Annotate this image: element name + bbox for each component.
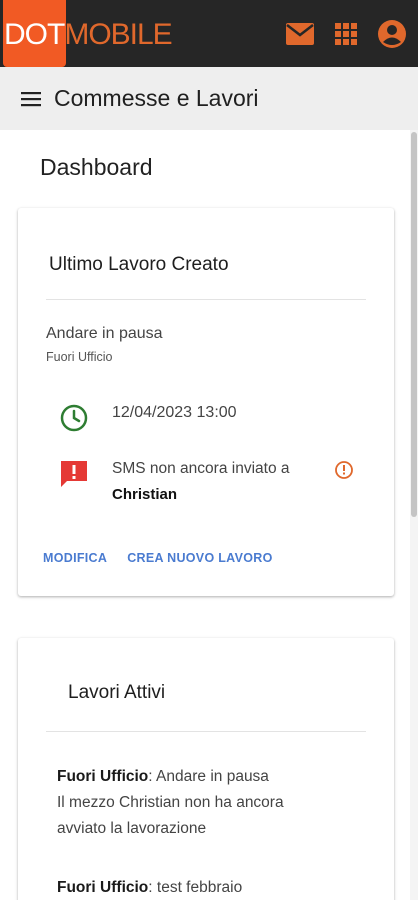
page-header: Commesse e Lavori	[0, 67, 418, 130]
last-job-card-title: Ultimo Lavoro Creato	[49, 254, 229, 275]
list-item[interactable]: Fuori Ufficio: Andare in pausa Il mezzo …	[57, 764, 284, 842]
active-job-line: Fuori Ufficio: Andare in pausa	[57, 764, 284, 790]
logo-dot-text: DOT	[4, 18, 65, 51]
clock-icon	[58, 402, 90, 434]
edit-job-button[interactable]: MODIFICA	[43, 551, 107, 565]
list-item[interactable]: Fuori Ufficio: test febbraio	[57, 875, 242, 900]
active-job-line: Fuori Ufficio: test febbraio	[57, 875, 242, 900]
menu-button[interactable]	[20, 88, 42, 110]
active-job-status-line2: avviato la lavorazione	[57, 820, 207, 837]
mail-icon	[286, 22, 314, 45]
active-job-status-line1: Il mezzo Christian non ha ancora	[57, 794, 284, 811]
logo-mobile-text: MOBILE	[64, 18, 172, 51]
account-circle-icon	[378, 19, 406, 48]
header-actions	[280, 0, 418, 67]
create-job-button[interactable]: CREA NUOVO LAVORO	[127, 551, 272, 565]
app-bar: DOTMOBILE	[0, 0, 418, 67]
apps-grid-icon	[335, 22, 357, 45]
mail-button[interactable]	[280, 14, 320, 54]
account-button[interactable]	[372, 14, 412, 54]
sms-status-text: SMS non ancora inviato a	[112, 460, 290, 477]
card-actions: MODIFICA CREA NUOVO LAVORO	[43, 551, 293, 565]
brand-logo[interactable]: DOTMOBILE	[0, 0, 190, 67]
card-divider	[46, 299, 366, 300]
active-job-category: Fuori Ufficio	[57, 768, 149, 785]
scrollbar-thumb[interactable]	[411, 132, 417, 517]
job-category: Fuori Ufficio	[46, 350, 113, 364]
job-datetime: 12/04/2023 13:00	[112, 404, 237, 421]
card-divider	[46, 731, 366, 732]
apps-button[interactable]	[326, 14, 366, 54]
active-job-name: : test febbraio	[148, 879, 243, 896]
main-content[interactable]: Dashboard Ultimo Lavoro Creato Andare in…	[0, 130, 410, 900]
active-job-name: : Andare in pausa	[148, 768, 269, 785]
logo-text: DOTMOBILE	[4, 18, 173, 52]
job-name: Andare in pausa	[46, 325, 163, 342]
sms-recipient: Christian	[112, 486, 178, 503]
sms-alert-icon	[58, 458, 90, 490]
scrollbar[interactable]	[410, 130, 418, 900]
sms-info-icon[interactable]	[334, 460, 354, 480]
page-title: Commesse e Lavori	[54, 85, 259, 111]
dashboard-title: Dashboard	[40, 154, 153, 180]
hamburger-menu-icon	[21, 91, 41, 106]
active-job-category: Fuori Ufficio	[57, 879, 149, 896]
active-jobs-title: Lavori Attivi	[68, 682, 166, 703]
